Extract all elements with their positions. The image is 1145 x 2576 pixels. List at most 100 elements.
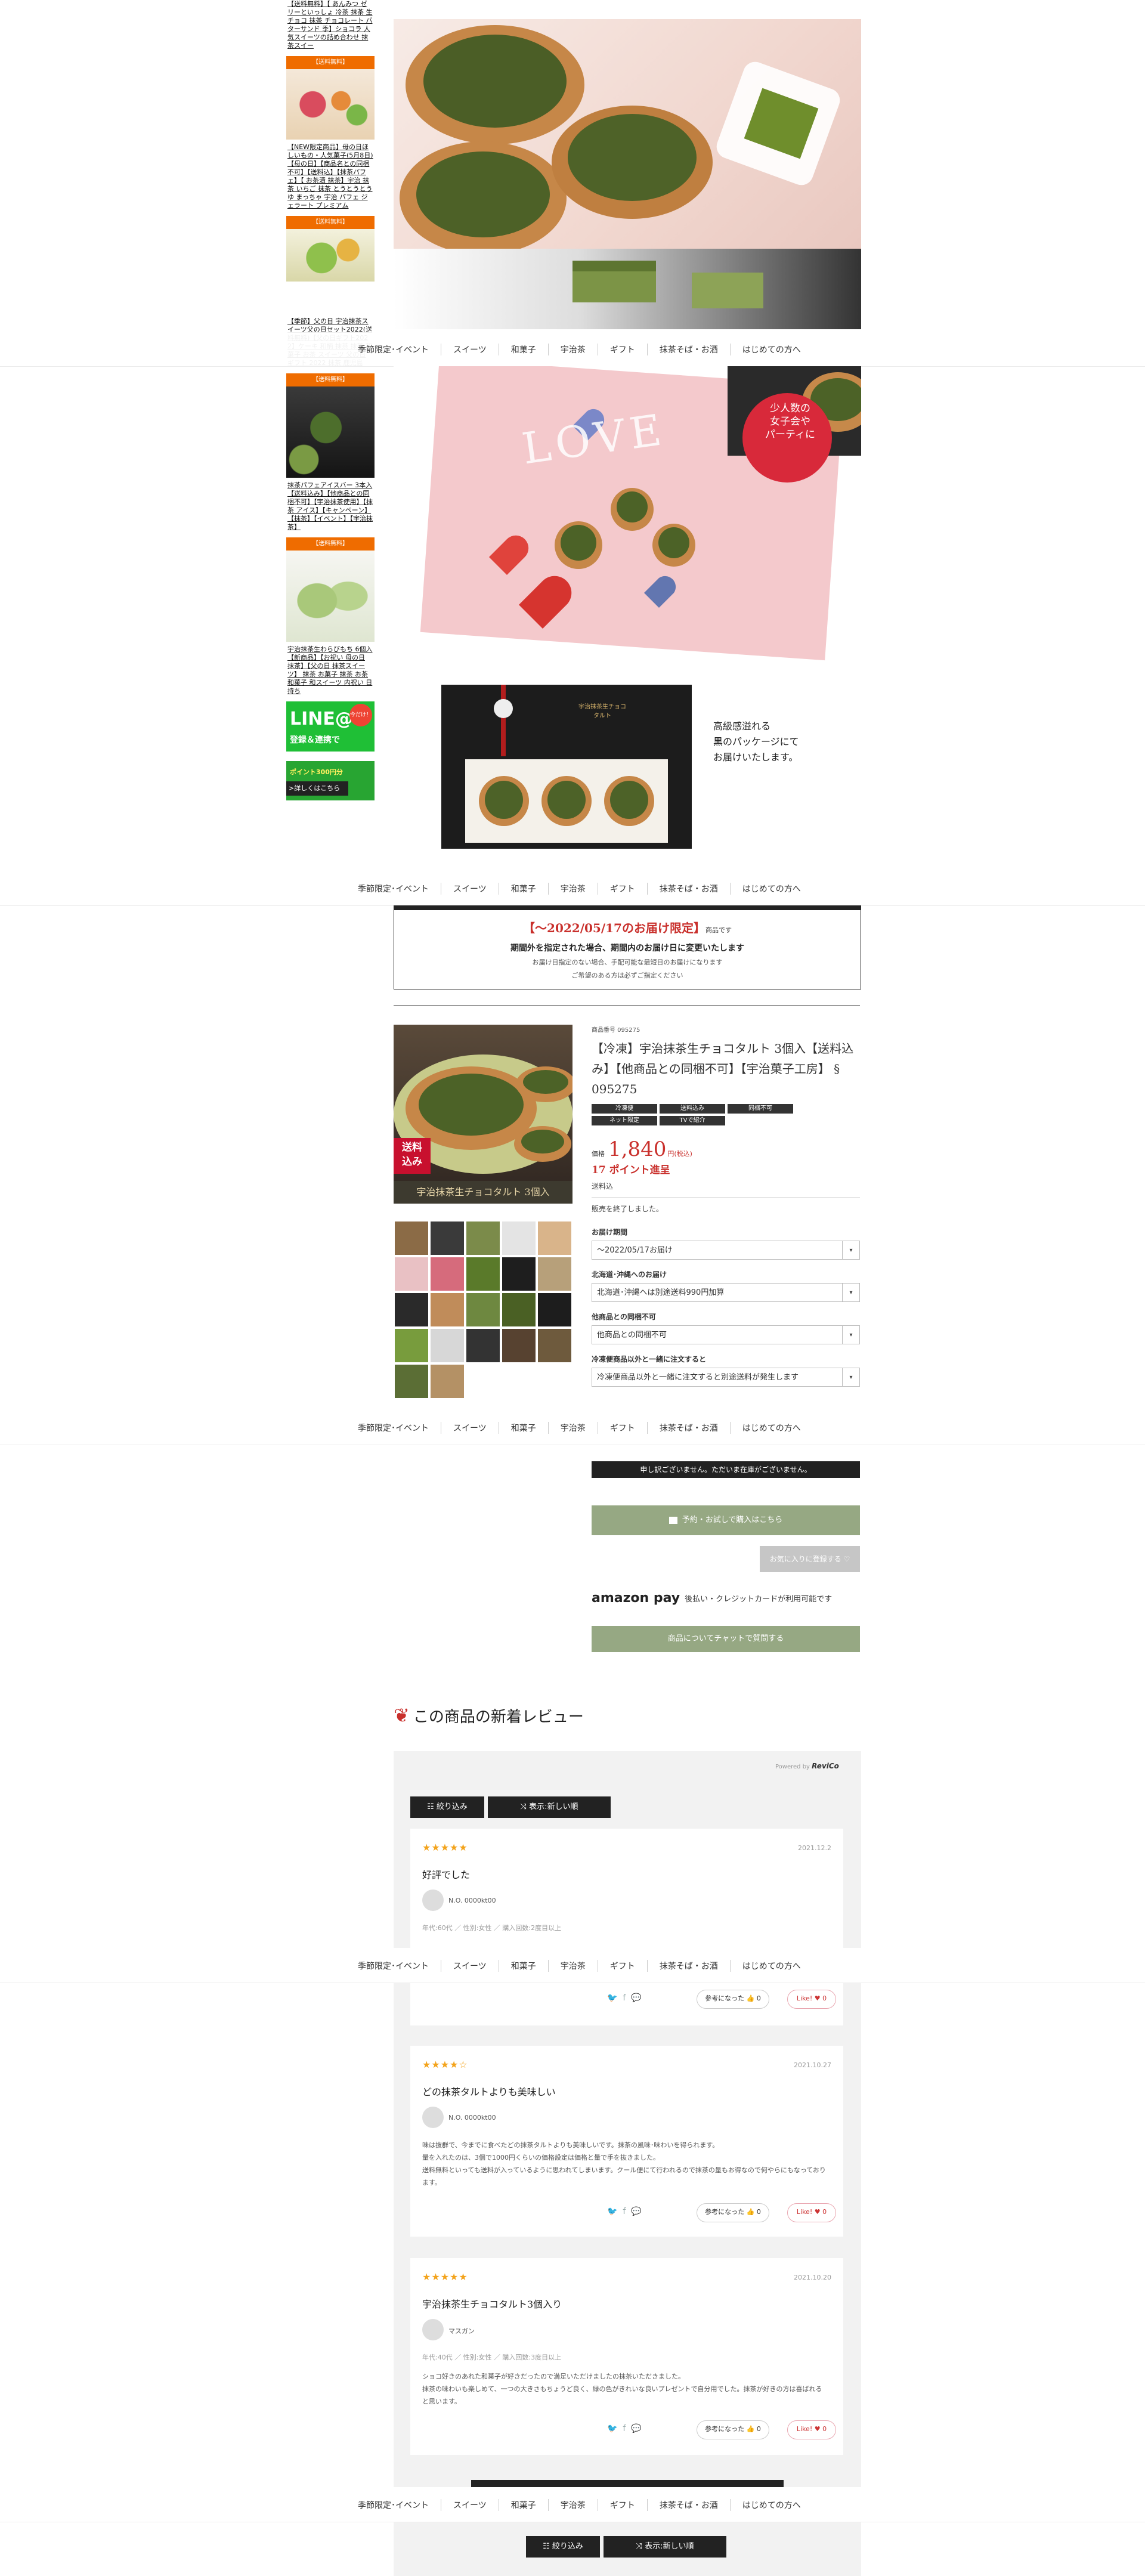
nav-item-wagashi[interactable]: 和菓子	[498, 1960, 548, 1972]
option-select-frozen-combo[interactable]: 冷凍便商品以外と一緒に注文すると別途送料が発生します ▾	[592, 1368, 860, 1387]
nav-item-soba-sake[interactable]: 抹茶そば・お酒	[646, 883, 730, 895]
like-button[interactable]: Like! ♥ 0	[787, 2203, 836, 2222]
nav-item-seasonal[interactable]: 季節限定･イベント	[358, 344, 441, 355]
point-banner[interactable]: ポイント300円分 >詳しくはこちら	[286, 761, 375, 800]
sidebar-item-thumbnail[interactable]: 【送料無料】	[286, 373, 375, 478]
sidebar-item-image	[286, 69, 375, 140]
facebook-icon[interactable]: f	[623, 2424, 626, 2433]
filter-button[interactable]: ☷ 絞り込み	[410, 1796, 484, 1818]
shipping-note: 送料込	[592, 1182, 614, 1190]
line-icon[interactable]: 💬	[631, 2424, 641, 2433]
nav-item-seasonal[interactable]: 季節限定･イベント	[358, 2499, 441, 2511]
package-label: 宇治抹茶生チョコ タルト	[578, 704, 626, 719]
line-icon[interactable]: 💬	[631, 2207, 641, 2216]
nav-item-wagashi[interactable]: 和菓子	[498, 883, 548, 895]
badge-shipping-included: 送料込み	[660, 1104, 725, 1114]
nav-item-sweets[interactable]: スイーツ	[441, 344, 499, 355]
nav-item-sweets[interactable]: スイーツ	[441, 1960, 499, 1972]
nav-item-uji-tea[interactable]: 宇治茶	[547, 1960, 598, 1972]
thumbnail-grid[interactable]	[395, 1221, 574, 1400]
sort-button[interactable]: ⤨ 表示:新しい順	[604, 2536, 726, 2558]
share-icons: 🐦 f 💬	[607, 1993, 642, 2003]
chevron-down-icon: ▾	[842, 1368, 859, 1386]
review-date: 2021.10.20	[794, 2274, 831, 2281]
sidebar-item-thumbnail[interactable]: 【送料無料】	[286, 216, 375, 282]
nav-item-wagashi[interactable]: 和菓子	[498, 344, 548, 355]
option-select-hokkaido[interactable]: 北海道･沖縄へは別途送料990円加算 ▾	[592, 1283, 860, 1302]
sidebar-item-thumbnail[interactable]: 【送料無料】	[286, 537, 375, 642]
nav-item-sweets[interactable]: スイーツ	[441, 1422, 499, 1434]
twitter-icon[interactable]: 🐦	[607, 1993, 617, 2003]
nav-item-seasonal[interactable]: 季節限定･イベント	[358, 1960, 441, 1972]
nav-item-sweets[interactable]: スイーツ	[441, 883, 499, 895]
facebook-icon[interactable]: f	[623, 1993, 626, 2003]
badge-no-bundle: 同梱不可	[728, 1104, 793, 1114]
facebook-icon[interactable]: f	[623, 2207, 626, 2216]
nav-item-wagashi[interactable]: 和菓子	[498, 1422, 548, 1434]
nav-item-gift[interactable]: ギフト	[597, 1960, 647, 1972]
nav-item-gift[interactable]: ギフト	[597, 344, 647, 355]
like-button[interactable]: Like! ♥ 0	[787, 2420, 836, 2439]
product-main-image: 送料 込み 宇治抹茶生チョコタルト 3個入	[394, 1025, 575, 1204]
filter-icon: ☷	[427, 1802, 434, 1811]
nav-item-uji-tea[interactable]: 宇治茶	[547, 2499, 598, 2511]
nav-item-gift[interactable]: ギフト	[597, 2499, 647, 2511]
nav-item-first-time[interactable]: はじめての方へ	[729, 1960, 813, 1972]
share-icons: 🐦 f 💬	[607, 2424, 642, 2433]
sidebar-item-link[interactable]: 【送料無料】【 あんみつ ゼリーといっしょ 冷茶 抹茶 生チョコ 抹茶 チョコレ…	[287, 0, 373, 50]
like-count: 0	[822, 2425, 827, 2433]
line-icon[interactable]: 💬	[631, 1993, 641, 2003]
nav-item-soba-sake[interactable]: 抹茶そば・お酒	[646, 344, 730, 355]
option-label-delivery-period: お届け期間	[592, 1228, 628, 1236]
favorite-button[interactable]: お気に入りに登録する ♡	[760, 1546, 860, 1572]
nav-item-seasonal[interactable]: 季節限定･イベント	[358, 1422, 441, 1434]
nav-item-gift[interactable]: ギフト	[597, 883, 647, 895]
load-more-bar[interactable]	[471, 2480, 784, 2487]
sidebar: 【送料無料】【 あんみつ ゼリーといっしょ 冷茶 抹茶 生チョコ 抹茶 チョコレ…	[286, 0, 375, 800]
nav-item-sweets[interactable]: スイーツ	[441, 2499, 499, 2511]
chevron-down-icon: ▾	[842, 1284, 859, 1301]
like-button[interactable]: Like! ♥ 0	[787, 1990, 836, 2009]
sidebar-item-link[interactable]: 【NEW限定商品】母の日ほしいもの・人気菓子(5月8日)【母の日】【商品名との同…	[287, 143, 373, 210]
helpful-count: 0	[756, 2425, 761, 2433]
nav-item-first-time[interactable]: はじめての方へ	[729, 2499, 813, 2511]
twitter-icon[interactable]: 🐦	[607, 2424, 617, 2433]
sidebar-item-thumbnail[interactable]: 【送料無料】	[286, 56, 375, 140]
powered-by: Powered by ReviCo	[775, 1762, 839, 1770]
nav-item-uji-tea[interactable]: 宇治茶	[547, 883, 598, 895]
filter-button-label: 絞り込み	[552, 2542, 583, 2551]
sidebar-item-link[interactable]: 宇治抹茶生わらびもち 6個入【新商品】【お祝い 母の日 抹茶】【父の日 抹茶スイ…	[287, 645, 373, 695]
delivery-notice-line: お届け日指定のない場合、手配可能な最短日のお届けになります	[532, 958, 723, 966]
nav-item-soba-sake[interactable]: 抹茶そば・お酒	[646, 1422, 730, 1434]
reserve-button[interactable]: 予約・お試しで購入はこちら	[592, 1505, 860, 1535]
nav-item-uji-tea[interactable]: 宇治茶	[547, 1422, 598, 1434]
option-select-delivery-period[interactable]: 〜2022/05/17お届け ▾	[592, 1241, 860, 1260]
helpful-label: 参考になった	[705, 1994, 745, 2002]
nav-item-first-time[interactable]: はじめての方へ	[729, 1422, 813, 1434]
filter-button[interactable]: ☷ 絞り込み	[526, 2536, 600, 2558]
nav-item-soba-sake[interactable]: 抹茶そば・お酒	[646, 1960, 730, 1972]
nav-item-first-time[interactable]: はじめての方へ	[729, 883, 813, 895]
helpful-button[interactable]: 参考になった 👍 0	[697, 2420, 769, 2439]
nav-item-wagashi[interactable]: 和菓子	[498, 2499, 548, 2511]
sort-button[interactable]: ⤨ 表示:新しい順	[488, 1796, 611, 1818]
helpful-button[interactable]: 参考になった 👍 0	[697, 1990, 769, 2009]
nav-item-first-time[interactable]: はじめての方へ	[729, 344, 813, 355]
nav-item-soba-sake[interactable]: 抹茶そば・お酒	[646, 2499, 730, 2511]
line-banner[interactable]: LINE@ 登録＆連携で 今だけ！	[286, 701, 375, 752]
option-select-no-bundle[interactable]: 他商品との同梱不可 ▾	[592, 1325, 860, 1344]
chat-button[interactable]: 商品についてチャットで質問する	[592, 1626, 860, 1652]
nav-item-gift[interactable]: ギフト	[597, 1422, 647, 1434]
sidebar-item-image	[286, 551, 375, 642]
package-caption-line: 高級感溢れる	[713, 720, 771, 732]
helpful-button[interactable]: 参考になった 👍 0	[697, 2203, 769, 2222]
sidebar-item-link[interactable]: 抹茶パフェアイスバー 3本入【送料込み】【他商品との同梱不可】【宇治抹茶使用】【…	[287, 481, 373, 531]
reserve-button-label: 予約・お試しで購入はこちら	[682, 1516, 783, 1524]
nav-item-seasonal[interactable]: 季節限定･イベント	[358, 883, 441, 895]
global-nav: 季節限定･イベント スイーツ 和菓子 宇治茶 ギフト 抹茶そば・お酒 はじめての…	[0, 332, 1145, 367]
nav-item-uji-tea[interactable]: 宇治茶	[547, 344, 598, 355]
matcha-cake-illustration	[572, 261, 763, 308]
review-meta: 年代:40代 ／ 性別:女性 ／ 購入回数:3度目以上	[422, 2354, 562, 2361]
twitter-icon[interactable]: 🐦	[607, 2207, 617, 2216]
chat-button-label: 商品についてチャットで質問する	[667, 1634, 784, 1643]
